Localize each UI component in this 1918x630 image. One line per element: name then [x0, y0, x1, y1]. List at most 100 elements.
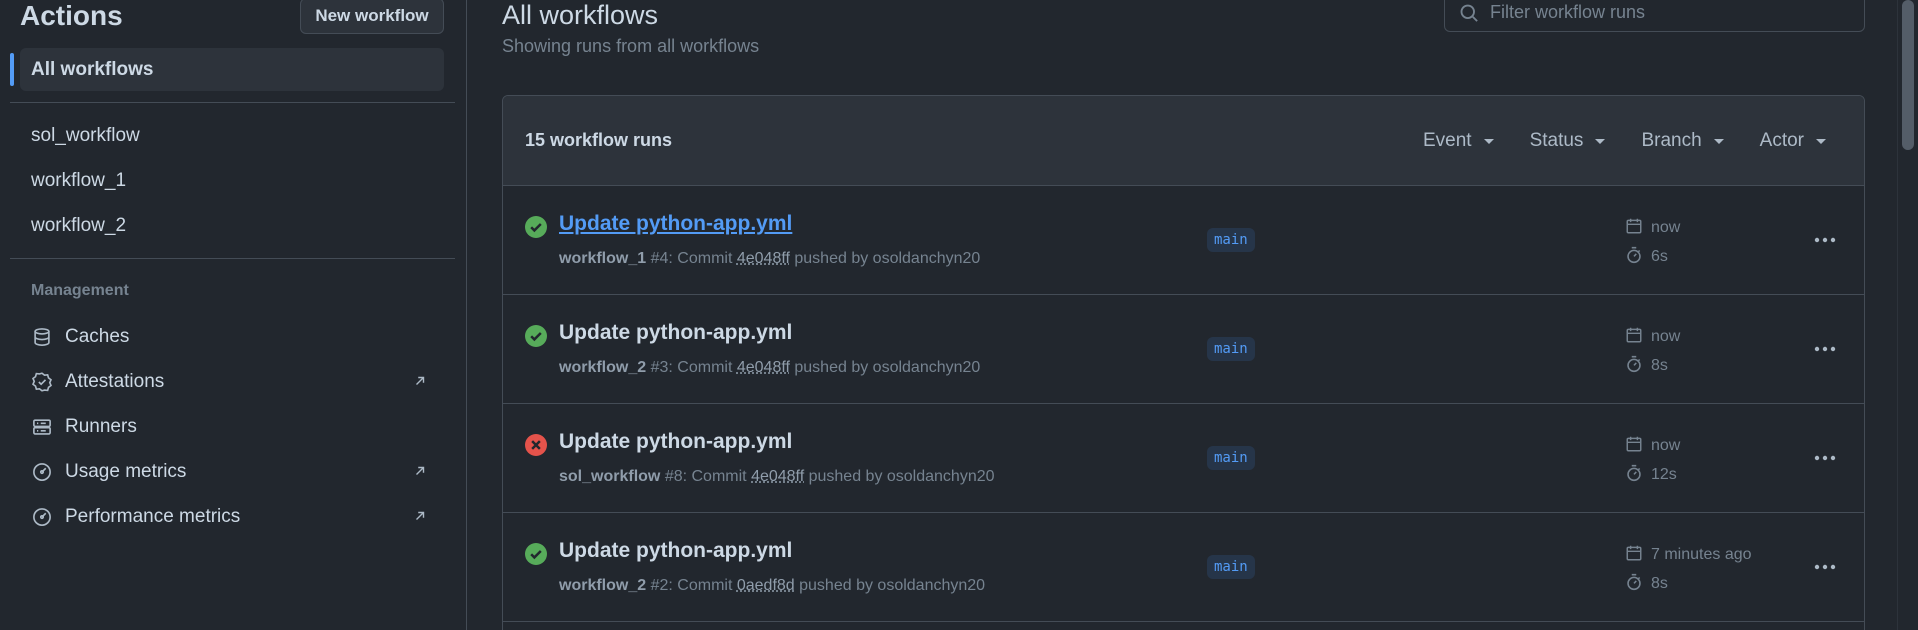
sidebar-item-workflow[interactable]: workflow_2: [31, 213, 126, 239]
stopwatch-icon: [1625, 246, 1651, 269]
branch-badge[interactable]: main: [1207, 337, 1255, 361]
status-filter-dropdown[interactable]: Status: [1530, 130, 1606, 152]
sidebar-item-all-workflows[interactable]: All workflows: [20, 48, 444, 91]
scrollbar[interactable]: [1897, 0, 1918, 630]
active-indicator: [10, 53, 14, 86]
run-text: pushed by osoldanchyn20: [789, 359, 981, 376]
sidebar-title: Actions: [20, 0, 123, 31]
run-workflow-name: sol_workflow: [559, 468, 661, 485]
caret-down-icon: [1595, 139, 1606, 144]
kebab-menu-icon[interactable]: [1812, 337, 1838, 361]
branch-badge[interactable]: main: [1207, 228, 1255, 252]
run-text: : Commit: [668, 250, 737, 267]
branch-badge[interactable]: main: [1207, 555, 1255, 579]
run-number: #4: [650, 250, 669, 267]
run-meta: sol_workflow #8: Commit 4e048ff pushed b…: [559, 468, 995, 486]
run-workflow-name: workflow_2: [559, 577, 647, 594]
check-circle-icon: [525, 216, 547, 238]
sidebar-item-caches[interactable]: Caches: [31, 322, 431, 352]
run-number: #3: [650, 359, 669, 376]
verified-badge-icon: [31, 371, 53, 393]
meter-icon: [31, 461, 53, 483]
run-title-link[interactable]: Update python-app.yml: [559, 212, 792, 236]
divider: [10, 102, 455, 103]
kebab-menu-icon[interactable]: [1812, 446, 1838, 470]
sidebar-item-runners[interactable]: Runners: [31, 412, 431, 442]
stopwatch-icon: [1625, 464, 1651, 487]
stopwatch-icon: [1625, 573, 1651, 596]
commit-sha-link[interactable]: 4e048ff: [737, 359, 790, 376]
sidebar-item-label: Runners: [65, 416, 137, 437]
run-text: : Commit: [668, 359, 737, 376]
run-timing: 7 minutes ago 8s: [1625, 543, 1752, 601]
search-icon: [1459, 3, 1479, 28]
sidebar-item-label: Performance metrics: [65, 506, 241, 527]
sidebar-item-label: Usage metrics: [65, 461, 187, 482]
external-link-icon: [413, 462, 431, 480]
table-row[interactable]: Update python-app.yml sol_workflow #8: Co…: [503, 404, 1864, 513]
caret-down-icon: [1713, 139, 1724, 144]
run-title-link[interactable]: Update python-app.yml: [559, 321, 792, 345]
run-duration: 12s: [1651, 466, 1677, 483]
commit-sha-link[interactable]: 4e048ff: [751, 468, 804, 485]
page-title: All workflows: [502, 0, 659, 30]
runs-list: Update python-app.yml workflow_1 #4: Comm…: [503, 186, 1864, 622]
run-meta: workflow_1 #4: Commit 4e048ff pushed by …: [559, 250, 980, 268]
event-filter-dropdown[interactable]: Event: [1423, 130, 1494, 152]
caret-down-icon: [1483, 139, 1494, 144]
run-text: : Commit: [668, 577, 737, 594]
actor-filter-dropdown[interactable]: Actor: [1760, 130, 1826, 152]
kebab-menu-icon[interactable]: [1812, 228, 1838, 252]
sidebar: Actions New workflow All workflows sol_w…: [0, 0, 467, 630]
run-number: #8: [664, 468, 683, 485]
branch-filter-dropdown[interactable]: Branch: [1641, 130, 1724, 152]
external-link-icon: [413, 372, 431, 390]
caret-down-icon: [1816, 139, 1826, 144]
run-text: pushed by osoldanchyn20: [794, 577, 986, 594]
run-duration: 8s: [1651, 575, 1668, 592]
run-title-link[interactable]: Update python-app.yml: [559, 539, 792, 563]
run-workflow-name: workflow_2: [559, 359, 647, 376]
run-text: pushed by osoldanchyn20: [789, 250, 981, 267]
sidebar-item-label: Caches: [65, 326, 130, 347]
run-timing: now 8s: [1625, 325, 1680, 383]
run-meta: workflow_2 #2: Commit 0aedf8d pushed by …: [559, 577, 985, 595]
run-text: : Commit: [682, 468, 752, 485]
kebab-menu-icon[interactable]: [1812, 555, 1838, 579]
run-duration: 8s: [1651, 357, 1668, 374]
commit-sha-link[interactable]: 4e048ff: [737, 250, 790, 267]
calendar-icon: [1625, 544, 1651, 567]
sidebar-item-attestations[interactable]: Attestations: [31, 367, 431, 397]
database-icon: [31, 326, 53, 348]
filter-runs-input[interactable]: Filter workflow runs: [1444, 0, 1865, 32]
table-row[interactable]: Update python-app.yml workflow_1 #4: Comm…: [503, 186, 1864, 295]
sidebar-item-usage-metrics[interactable]: Usage metrics: [31, 457, 431, 487]
meter-icon: [31, 506, 53, 528]
branch-badge[interactable]: main: [1207, 446, 1255, 470]
table-row[interactable]: Update python-app.yml workflow_2 #2: Comm…: [503, 513, 1864, 622]
sidebar-item-workflow[interactable]: workflow_1: [31, 168, 126, 194]
server-icon: [31, 416, 53, 438]
sidebar-item-performance-metrics[interactable]: Performance metrics: [31, 502, 431, 532]
run-timing: now 12s: [1625, 434, 1680, 492]
divider: [10, 258, 455, 259]
external-link-icon: [413, 507, 431, 525]
run-meta: workflow_2 #3: Commit 4e048ff pushed by …: [559, 359, 980, 377]
run-workflow-name: workflow_1: [559, 250, 647, 267]
run-number: #2: [650, 577, 669, 594]
new-workflow-button[interactable]: New workflow: [300, 0, 444, 34]
workflow-runs-panel: 15 workflow runs Event Status Branch Act…: [502, 95, 1865, 630]
run-time: now: [1651, 437, 1681, 454]
run-title-link[interactable]: Update python-app.yml: [559, 430, 792, 454]
runs-count: 15 workflow runs: [525, 130, 673, 150]
panel-header: 15 workflow runs Event Status Branch Act…: [503, 96, 1864, 186]
calendar-icon: [1625, 217, 1651, 240]
filter-placeholder: Filter workflow runs: [1490, 1, 1646, 22]
run-time: 7 minutes ago: [1651, 546, 1752, 563]
commit-sha-link[interactable]: 0aedf8d: [737, 577, 795, 594]
sidebar-item-label: Attestations: [65, 371, 165, 392]
management-heading: Management: [31, 282, 129, 299]
scrollbar-thumb[interactable]: [1902, 0, 1914, 150]
table-row[interactable]: Update python-app.yml workflow_2 #3: Comm…: [503, 295, 1864, 404]
sidebar-item-workflow[interactable]: sol_workflow: [31, 123, 140, 149]
